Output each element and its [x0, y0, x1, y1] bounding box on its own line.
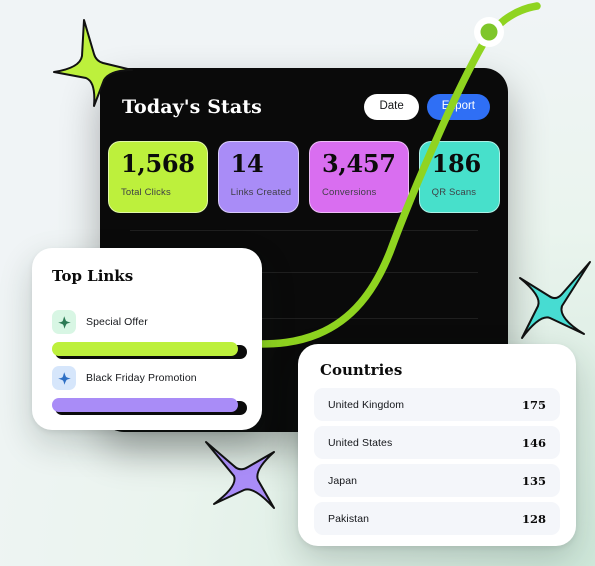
stat-card-links-created[interactable]: 14 Links Created — [217, 141, 299, 213]
page-title: Today's Stats — [122, 96, 262, 118]
canvas: Today's Stats Date Export 1,568 Total Cli… — [0, 0, 595, 566]
stat-value: 14 — [230, 149, 264, 178]
stat-label: Links Created — [230, 187, 292, 198]
stat-label: QR Scans — [431, 187, 477, 198]
countries-list: United Kingdom 175 United States 146 Japan 13… — [314, 388, 560, 540]
stat-card-list: 1,568 Total Clicks 14 Links Created 3,457 Con… — [100, 141, 508, 213]
top-links-card: Top Links Special Offer Black Friday Prom… — [32, 248, 262, 430]
country-name: United Kingdom — [328, 398, 405, 411]
stat-label: Conversions — [322, 187, 377, 198]
country-name: Japan — [328, 474, 358, 487]
country-row[interactable]: Pakistan 128 — [314, 502, 560, 535]
top-link-label: Black Friday Promotion — [86, 372, 197, 384]
country-row[interactable]: Japan 135 — [314, 464, 560, 497]
sparkle-purple — [205, 441, 275, 509]
top-link-item[interactable]: Black Friday Promotion — [52, 366, 247, 415]
stat-card-qr-scans[interactable]: 186 QR Scans — [418, 141, 500, 213]
country-row[interactable]: United Kingdom 175 — [314, 388, 560, 421]
country-name: United States — [328, 436, 393, 449]
top-link-progress — [52, 398, 247, 415]
stat-value: 1,568 — [121, 149, 195, 178]
stat-card-total-clicks[interactable]: 1,568 Total Clicks — [108, 141, 208, 213]
progress-fill — [52, 398, 239, 412]
countries-card: Countries United Kingdom 175 United States… — [298, 344, 576, 546]
sparkle-teal — [519, 261, 591, 339]
sparkle-icon — [52, 366, 76, 390]
top-links-title: Top Links — [52, 267, 134, 285]
country-value: 128 — [521, 511, 546, 526]
stat-value: 3,457 — [322, 149, 396, 178]
country-value: 146 — [521, 435, 546, 450]
progress-fill — [52, 342, 239, 356]
curve-end-marker — [474, 17, 504, 47]
header-actions: Date Export — [364, 94, 490, 120]
date-button[interactable]: Date — [364, 94, 419, 120]
country-value: 175 — [521, 397, 546, 412]
countries-title: Countries — [320, 361, 403, 379]
country-row[interactable]: United States 146 — [314, 426, 560, 459]
stat-label: Total Clicks — [121, 187, 171, 198]
stat-value: 186 — [431, 149, 482, 178]
stat-card-conversions[interactable]: 3,457 Conversions — [309, 141, 409, 213]
top-link-progress — [52, 342, 247, 359]
dashboard-header: Today's Stats Date Export — [122, 86, 490, 128]
sparkle-icon — [52, 310, 76, 334]
export-button[interactable]: Export — [426, 94, 490, 120]
top-link-item[interactable]: Special Offer — [52, 310, 247, 359]
country-name: Pakistan — [328, 512, 370, 525]
top-link-label: Special Offer — [86, 316, 148, 328]
country-value: 135 — [521, 473, 546, 488]
